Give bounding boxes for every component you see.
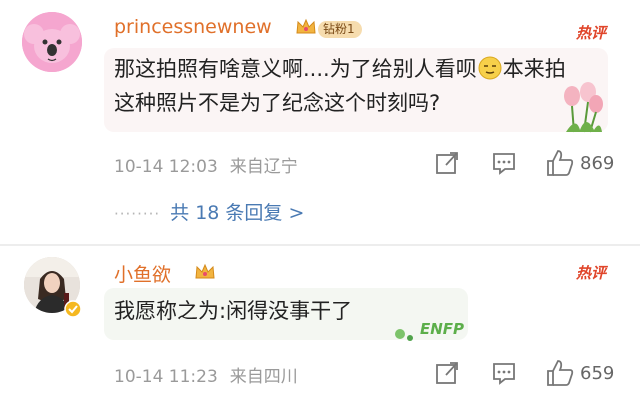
user-avatar[interactable] (22, 12, 82, 72)
share-icon[interactable] (434, 150, 460, 176)
crown-icon (296, 18, 316, 34)
like-count: 659 (580, 363, 615, 384)
slightly-smiling-emoji-icon (478, 56, 502, 80)
like-icon[interactable] (545, 358, 575, 388)
comment-meta: 10-14 12:03 来自辽宁 (114, 152, 298, 177)
comment-text: 那这拍照有啥意义啊....为了给别人看呗 本来拍这种照片不是为了纪念这个时刻吗? (114, 52, 584, 120)
comment-date: 10-14 11:23 (114, 367, 218, 387)
comment-location: 来自四川 (229, 367, 298, 387)
like-count: 869 (580, 153, 615, 174)
replies-label[interactable]: 共 18 条回复 > (170, 202, 304, 224)
hot-comment-label: 热评 (576, 24, 607, 42)
share-icon[interactable] (434, 360, 460, 386)
reply-icon[interactable] (491, 150, 517, 176)
crown-icon (195, 263, 215, 279)
comment-meta: 10-14 11:23 来自四川 (114, 362, 298, 387)
koala-avatar (22, 12, 82, 72)
verified-badge-icon (64, 300, 82, 318)
comment-date: 10-14 12:03 (114, 157, 218, 177)
enfp-sticker-text: ENFP (420, 320, 464, 338)
comment-item: 小鱼欲 热评 我愿称之为:闲得没事干了 ENFP 10-14 11:23 来自四川… (0, 246, 640, 406)
like-icon[interactable] (545, 148, 575, 178)
username[interactable]: 小鱼欲 (114, 260, 171, 287)
replies-dash: ········ (114, 205, 161, 223)
hot-comment-label: 热评 (576, 264, 607, 282)
reply-icon[interactable] (491, 360, 517, 386)
username[interactable]: princessnewnew (114, 16, 272, 38)
fan-badge: 钻粉1 (318, 21, 362, 38)
comment-item: princessnewnew 钻粉1 热评 那这拍照有啥意义啊....为了给别人… (0, 0, 640, 244)
comment-text-part1: 那这拍照有啥意义啊....为了给别人看呗 (114, 57, 477, 81)
enfp-sticker: ENFP (395, 320, 464, 341)
comment-text: 我愿称之为:闲得没事干了 (114, 299, 353, 323)
view-replies-link[interactable]: ········ 共 18 条回复 > (114, 198, 304, 225)
tulip-sticker (564, 82, 603, 133)
comment-location: 来自辽宁 (229, 157, 298, 177)
